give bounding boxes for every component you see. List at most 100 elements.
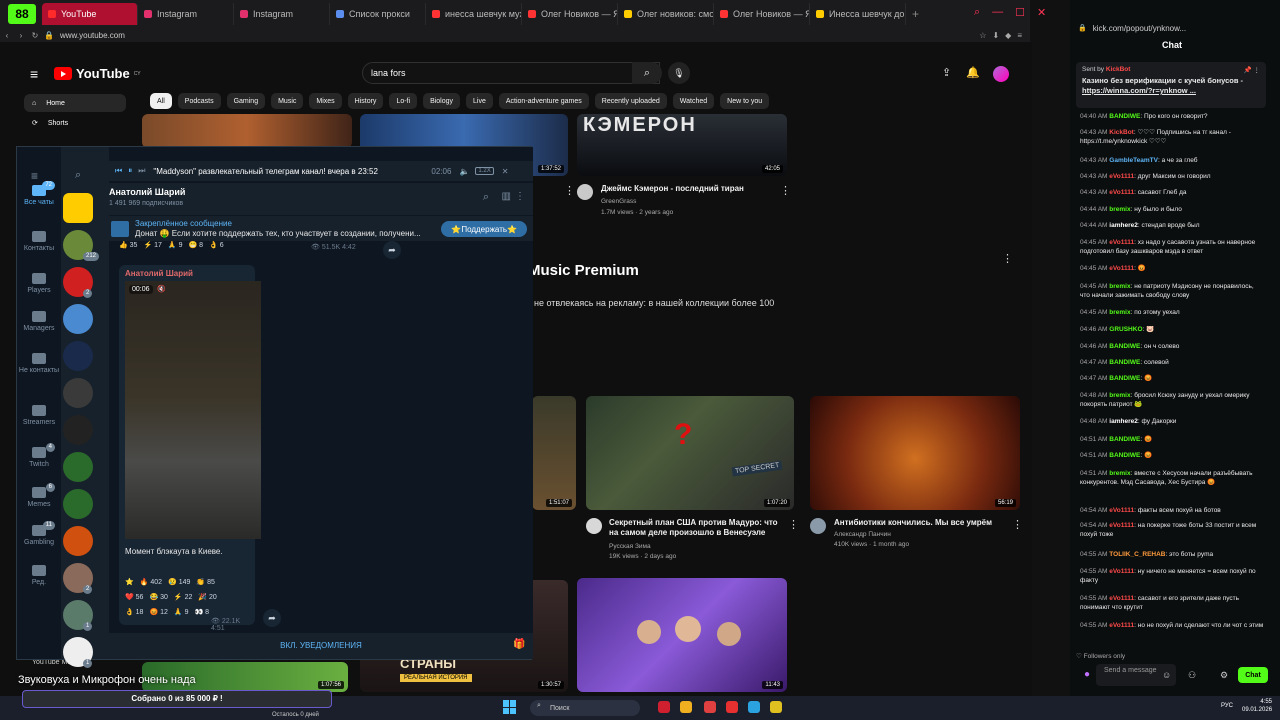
settings-gear-icon[interactable]: ⚙: [1220, 670, 1228, 681]
chat-message[interactable]: 04:48 AM bremix: бросил Ксюху зануду и у…: [1080, 391, 1264, 409]
folder-7[interactable]: Memes 6: [17, 483, 61, 508]
chip-history[interactable]: History: [347, 93, 384, 109]
message-username[interactable]: iamhere2: [1109, 418, 1138, 425]
bookmark-icon[interactable]: ☆: [979, 31, 986, 40]
chip-podcasts[interactable]: Podcasts: [177, 93, 221, 109]
kick-url-bar[interactable]: 🔒 kick.com/popout/ynknow...: [1070, 20, 1280, 36]
reaction-chip[interactable]: 👏 85: [196, 578, 214, 586]
minimize-icon[interactable]: —: [992, 6, 1003, 19]
upload-icon[interactable]: ⇪: [942, 66, 951, 79]
chip-lo-fi[interactable]: Lo-fi: [389, 93, 418, 109]
browser-tab[interactable]: Инесса шевчук до и после...: [810, 3, 906, 25]
message-username[interactable]: eVo1111: [1109, 622, 1134, 629]
send-chat-button[interactable]: Chat: [1238, 667, 1268, 683]
reaction-chip[interactable]: ⚡ 17: [143, 241, 161, 249]
pinned-message[interactable]: Закреплённое сообщение Донат 🤑 Если хоти…: [109, 215, 533, 241]
menu-icon[interactable]: ≡: [1017, 31, 1022, 40]
gift-icon[interactable]: 🎁: [513, 639, 525, 650]
unmute-notifications-button[interactable]: ВКЛ. УВЕДОМЛЕНИЯ: [109, 633, 533, 659]
chat-message[interactable]: 04:55 AM eVo1111: сасавот и его зрители …: [1080, 594, 1264, 612]
reaction-chip[interactable]: 😢 149: [168, 578, 190, 586]
channel-avatar[interactable]: [577, 184, 593, 200]
prev-track-icon[interactable]: ⏮: [115, 166, 122, 176]
browser-tab[interactable]: YouTube: [42, 3, 138, 25]
keyboard-language[interactable]: РУС: [1221, 703, 1233, 709]
message-username[interactable]: bremix: [1109, 283, 1130, 290]
pinned-link[interactable]: https://winna.com/?r=ynknow ...: [1082, 86, 1196, 95]
message-username[interactable]: bremix: [1109, 392, 1130, 399]
telegram-app-icon[interactable]: [748, 701, 760, 713]
browser-tab[interactable]: Олег Новиков — Яндекс...: [714, 3, 810, 25]
message-username[interactable]: GambleTeamTV: [1109, 157, 1158, 164]
taskbar-search[interactable]: ⌕ Поиск: [530, 700, 640, 716]
more-options-icon[interactable]: ⋮: [515, 191, 525, 202]
taskbar-clock[interactable]: 4:55 09.01.2026: [1242, 698, 1272, 714]
video-thumbnail[interactable]: КЭМЕРОН 42:05: [577, 114, 787, 176]
close-player-icon[interactable]: ✕: [502, 167, 509, 176]
maximize-icon[interactable]: ☐: [1015, 6, 1025, 19]
chat-message[interactable]: 04:40 AM BANDIWE: Про кого он говорит?: [1080, 112, 1264, 121]
message-username[interactable]: TOLIIK_C_REHAB: [1109, 551, 1165, 558]
sidebar-item-shorts[interactable]: ⟳ Shorts: [24, 114, 126, 132]
chip-gaming[interactable]: Gaming: [226, 93, 266, 109]
folder-1[interactable]: Контакты: [17, 231, 61, 252]
message-username[interactable]: eVo1111: [1109, 189, 1134, 196]
app-icon[interactable]: [704, 701, 716, 713]
chat-message[interactable]: 04:46 AM BANDIWE: он ч солево: [1080, 342, 1264, 351]
forward-icon[interactable]: ➦: [263, 609, 281, 627]
youtube-logo[interactable]: YouTube CY: [54, 66, 141, 81]
video-thumbnail[interactable]: 56:19: [810, 396, 1020, 510]
chip-music[interactable]: Music: [271, 93, 304, 109]
close-icon[interactable]: ✕: [1037, 6, 1046, 19]
reaction-chip[interactable]: 😡 12: [149, 608, 167, 616]
reaction-chip[interactable]: ❤️ 56: [125, 593, 143, 601]
windows-start-icon[interactable]: [503, 700, 517, 714]
video-thumbnail[interactable]: ? TOP SECRET 1:07:20: [586, 396, 794, 510]
chat-message[interactable]: 04:43 AM GambleTeamTV: а че за глеб: [1080, 156, 1264, 165]
reaction-chip[interactable]: 🎉 20: [198, 593, 216, 601]
message-username[interactable]: bremix: [1109, 470, 1130, 477]
message-username[interactable]: eVo1111: [1109, 239, 1134, 246]
account-avatar[interactable]: [993, 66, 1009, 82]
search-icon[interactable]: ⌕: [974, 6, 980, 19]
chat-avatar[interactable]: [63, 415, 93, 445]
folder-app-icon[interactable]: [680, 701, 692, 713]
chip-new-to-you[interactable]: New to you: [720, 93, 770, 109]
reaction-chip[interactable]: ⚡ 22: [174, 593, 192, 601]
chat-avatar[interactable]: [63, 378, 93, 408]
chat-message[interactable]: 04:55 AM eVo1111: но не похуй ли сделают…: [1080, 621, 1264, 630]
search-icon[interactable]: ⌕: [483, 191, 489, 204]
channel-message[interactable]: Анатолий Шарий 00:06 🔇 Момент блэкаута в…: [119, 265, 261, 632]
search-input[interactable]: lana fors ✕: [362, 62, 660, 84]
chat-avatar[interactable]: [63, 526, 93, 556]
chat-message[interactable]: 04:45 AM eVo1111: хз надо у сасавота узн…: [1080, 238, 1264, 256]
chat-message[interactable]: 04:51 AM BANDIWE: 😡: [1080, 435, 1264, 444]
message-username[interactable]: bremix: [1109, 309, 1130, 316]
message-username[interactable]: BANDIWE: [1109, 452, 1140, 459]
chat-message[interactable]: 04:54 AM eVo1111: факты всем похуй на бо…: [1080, 506, 1264, 515]
chip-mixes[interactable]: Mixes: [309, 93, 342, 109]
browser-tab[interactable]: Instagram: [234, 3, 330, 25]
chat-message[interactable]: 04:45 AM bremix: по этому уехал: [1080, 308, 1264, 317]
sidebar-item-home[interactable]: ⌂ Home: [24, 94, 126, 112]
browser-tab[interactable]: Instagram: [138, 3, 234, 25]
message-username[interactable]: KickBot: [1109, 129, 1134, 136]
reaction-chip[interactable]: 👌 18: [125, 608, 143, 616]
chat-message[interactable]: 04:54 AM eVo1111: на покерке тоже боты 3…: [1080, 521, 1264, 539]
chat-message[interactable]: 04:43 AM eVo1111: сасавот Глеб да: [1080, 188, 1264, 197]
message-username[interactable]: eVo1111: [1109, 507, 1134, 514]
url-field[interactable]: www.youtube.com: [60, 31, 125, 40]
reaction-chip[interactable]: 🙏 9: [168, 241, 183, 249]
message-username[interactable]: bremix: [1109, 206, 1130, 213]
yandex-app-icon[interactable]: [726, 701, 738, 713]
message-username[interactable]: eVo1111: [1109, 265, 1134, 272]
folder-0[interactable]: Все чаты 72: [17, 181, 61, 206]
video-thumbnail[interactable]: [142, 114, 352, 148]
reaction-chip[interactable]: 🙏 9: [174, 608, 189, 616]
video-title[interactable]: Секретный план США против Мадуро: что на…: [609, 518, 785, 538]
chat-message[interactable]: 04:51 AM BANDIWE: 😡: [1080, 451, 1264, 460]
pin-icon[interactable]: 📌 ⋮: [1244, 66, 1260, 74]
support-button[interactable]: ⭐Поддержать⭐: [441, 221, 527, 237]
users-icon[interactable]: ⚇: [1188, 670, 1196, 681]
chat-message[interactable]: 04:51 AM bremix: вместе с Хесусом начали…: [1080, 469, 1264, 487]
